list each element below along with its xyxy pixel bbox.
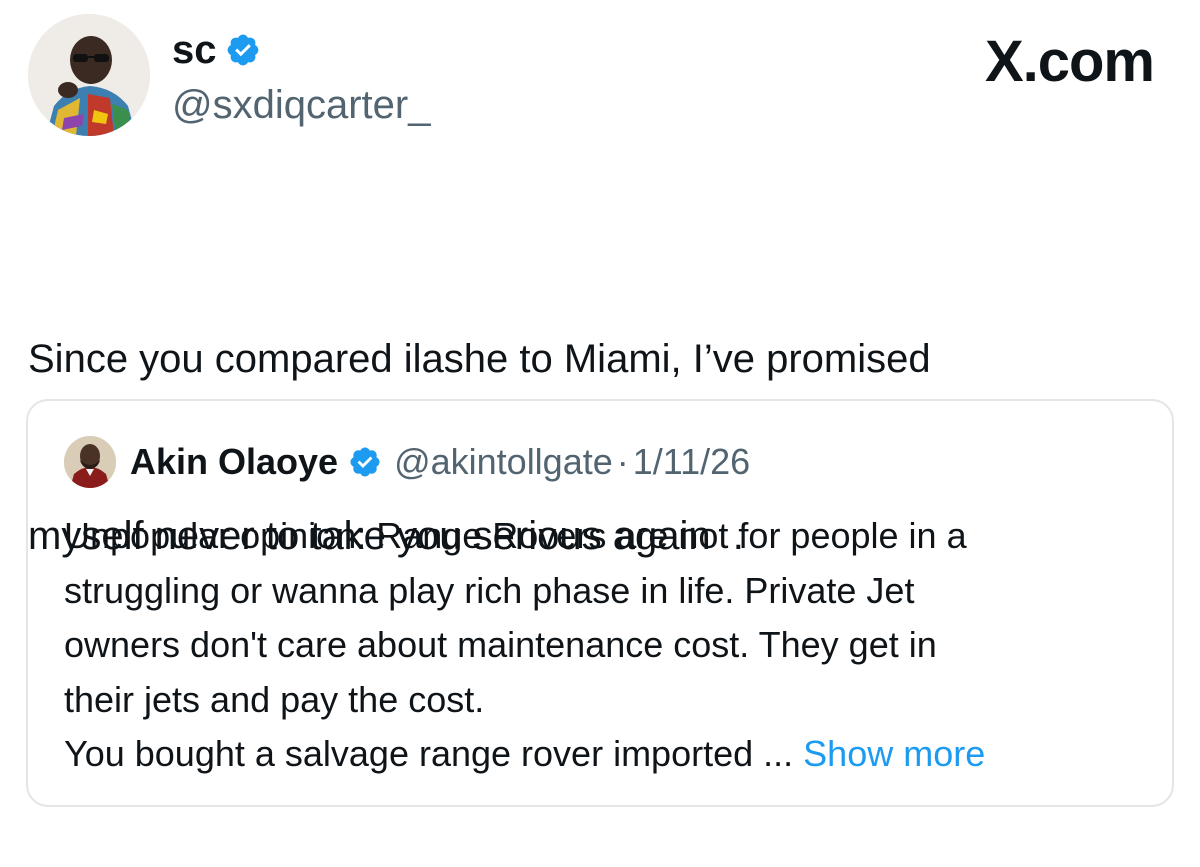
quoted-text-line: their jets and pay the cost. — [64, 678, 485, 720]
quoted-tweet-text: Unpopular opinion: Range Rovers are not … — [64, 509, 1154, 782]
quoted-tweet-date[interactable]: 1/11/26 — [633, 439, 750, 485]
quoted-text-line: Unpopular opinion: Range Rovers are not … — [64, 515, 967, 556]
quoted-author-avatar[interactable] — [64, 436, 116, 488]
show-more-link[interactable]: Show more — [803, 733, 985, 774]
author-handle[interactable]: @sxdiqcarter_ — [172, 82, 430, 128]
quoted-text-line: owners don't care about maintenance cost… — [64, 624, 937, 665]
post-screenshot: sc @sxdiqcarter_ X.com Since you compare… — [0, 0, 1200, 867]
brand-watermark: X.com — [984, 29, 1155, 94]
author-avatar[interactable] — [28, 14, 150, 136]
quoted-text-truncated: You bought a salvage range rover importe… — [64, 733, 794, 774]
meta-separator: · — [616, 441, 629, 482]
quoted-author-avatar-image — [64, 436, 116, 488]
verified-badge-icon — [350, 447, 380, 477]
verified-badge-icon — [227, 34, 258, 66]
quoted-text-line: struggling or wanna play rich phase in l… — [64, 569, 915, 611]
author-display-name[interactable]: sc — [172, 28, 217, 72]
tweet-text-line: Since you compared ilashe to Miami, I’ve… — [28, 337, 931, 381]
quoted-tweet-card[interactable]: Akin Olaoye @akintollgate · 1/11/26 Unpo… — [26, 399, 1174, 807]
quoted-text-last-line: You bought a salvage range rover importe… — [64, 727, 1154, 782]
quoted-tweet-header: Akin Olaoye @akintollgate · 1/11/26 — [130, 439, 750, 485]
author-name-row: sc — [172, 28, 261, 72]
author-avatar-image — [28, 14, 150, 136]
quoted-author-handle[interactable]: @akintollgate — [394, 439, 613, 485]
quoted-author-display-name[interactable]: Akin Olaoye — [130, 439, 338, 485]
